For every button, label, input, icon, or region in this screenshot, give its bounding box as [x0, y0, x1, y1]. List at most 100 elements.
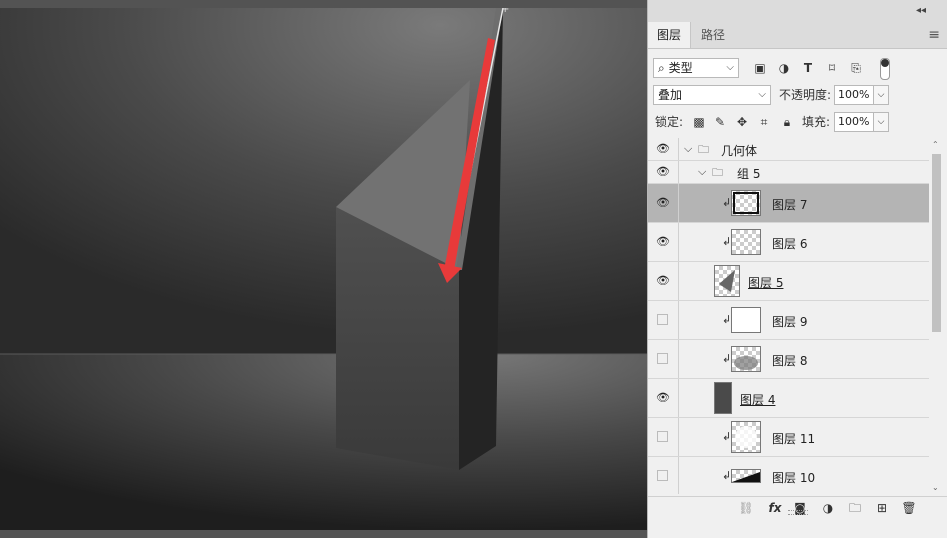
folder-icon: 🗀	[698, 143, 709, 156]
resize-grip[interactable]	[788, 510, 808, 515]
layer-row-selected[interactable]: 👁︎ ↲ 图层 7	[648, 184, 929, 223]
lock-transparent-icon[interactable]: ▩	[691, 114, 707, 130]
chevron-down-icon[interactable]: ⌵	[698, 165, 706, 179]
tab-paths[interactable]: 路径	[692, 22, 734, 48]
wall-background	[0, 8, 647, 354]
layer-group-row[interactable]: 👁︎ ⌵ 🗀 几何体	[648, 138, 929, 161]
type-filter-icon[interactable]: T	[800, 60, 816, 76]
layer-row[interactable]: ↲ 图层 8	[648, 340, 929, 379]
layer-thumbnail[interactable]	[731, 421, 761, 453]
layer-thumbnail[interactable]	[731, 307, 761, 333]
adjustment-filter-icon[interactable]: ◑	[776, 60, 792, 76]
layer-thumbnail[interactable]	[731, 346, 761, 372]
visibility-toggle-off[interactable]	[657, 353, 668, 364]
layer-thumbnail[interactable]	[714, 265, 740, 297]
layer-name[interactable]: 图层 8	[772, 352, 807, 369]
opacity-dropdown[interactable]: ⌵	[873, 85, 889, 105]
blend-mode-value: 叠加	[658, 88, 683, 102]
anchor-point-icon[interactable]: +	[501, 8, 509, 15]
clipping-mask-icon: ↲	[722, 469, 732, 482]
layer-row[interactable]: ↲ 图层 9	[648, 301, 929, 340]
layer-row[interactable]: ↲ 图层 10	[648, 457, 929, 494]
filter-kind-select[interactable]: ⌕ 类型 ⌵	[653, 58, 739, 78]
blend-mode-select[interactable]: 叠加 ⌵	[653, 85, 771, 105]
layer-thumbnail[interactable]	[731, 229, 761, 255]
layers-panel: ◂◂ 图层 路径 ≡ ⌕ 类型 ⌵ ▣ ◑ T ⌑ ⎘ 叠加 ⌵ 不透明度: 1…	[647, 0, 947, 538]
image-filter-icon[interactable]: ▣	[752, 60, 768, 76]
canvas[interactable]: +	[0, 8, 647, 530]
filter-kind-label: 类型	[668, 61, 693, 75]
scroll-down-icon[interactable]: ⌄	[932, 483, 939, 492]
clipping-mask-icon: ↲	[722, 235, 732, 248]
folder-icon: 🗀	[712, 166, 723, 179]
fill-input[interactable]: 100%	[834, 112, 874, 132]
layer-name[interactable]: 图层 10	[772, 469, 815, 486]
floor-background	[0, 354, 647, 530]
layer-name[interactable]: 图层 4	[740, 391, 775, 408]
panel-menu-icon[interactable]: ≡	[928, 27, 940, 43]
layer-thumbnail[interactable]	[714, 382, 732, 414]
chevron-down-icon: ⌵	[758, 89, 766, 100]
filter-toggle[interactable]	[880, 58, 890, 80]
visibility-eye-icon[interactable]: 👁︎	[656, 274, 670, 288]
clipping-mask-icon: ↲	[722, 430, 732, 443]
filter-row: ⌕ 类型 ⌵ ▣ ◑ T ⌑ ⎘	[648, 56, 947, 80]
scroll-up-icon[interactable]: ⌃	[932, 140, 939, 149]
clipping-mask-icon: ↲	[722, 196, 732, 209]
visibility-toggle-off[interactable]	[657, 314, 668, 325]
panel-tabs: 图层 路径 ≡	[648, 22, 947, 49]
opacity-label: 不透明度:	[779, 88, 832, 102]
visibility-eye-icon[interactable]: 👁︎	[656, 391, 670, 405]
canvas-artwork: +	[0, 8, 647, 530]
chevron-down-icon[interactable]: ⌵	[684, 142, 692, 156]
opacity-input[interactable]: 100%	[834, 85, 874, 105]
adjustment-icon[interactable]: ◑	[820, 500, 836, 516]
layer-name[interactable]: 图层 11	[772, 430, 815, 447]
fx-icon[interactable]: fx	[767, 500, 783, 516]
layer-row[interactable]: 👁︎ 图层 5	[648, 262, 929, 301]
lock-all-icon[interactable]: 🔒︎	[779, 114, 795, 130]
layer-name[interactable]: 图层 7	[772, 196, 807, 213]
layer-row[interactable]: ↲ 图层 11	[648, 418, 929, 457]
lock-row: 锁定: ▩ ✎ ✥ ⌗ 🔒︎ 填充: 100% ⌵	[648, 111, 947, 135]
panel-header: ◂◂	[648, 0, 947, 22]
visibility-toggle-off[interactable]	[657, 431, 668, 442]
visibility-toggle-off[interactable]	[657, 470, 668, 481]
new-layer-icon[interactable]: ⊞	[874, 500, 890, 516]
layer-group-row[interactable]: 👁︎ ⌵ 🗀 组 5	[648, 161, 929, 184]
layer-name[interactable]: 图层 5	[748, 274, 783, 291]
panel-footer: ⛓ fx ◙ ◑ 🗀 ⊞ 🗑︎	[648, 496, 947, 519]
clipping-mask-icon: ↲	[722, 313, 732, 326]
smart-object-filter-icon[interactable]: ⎘	[848, 60, 864, 76]
link-icon[interactable]: ⛓	[738, 500, 754, 516]
scrollbar-thumb[interactable]	[932, 154, 941, 332]
clipping-mask-icon: ↲	[722, 352, 732, 365]
layer-name[interactable]: 组 5	[737, 165, 760, 182]
layer-name[interactable]: 图层 9	[772, 313, 807, 330]
layers-list: 👁︎ ⌵ 🗀 几何体 👁︎ ⌵ 🗀 组 5 👁︎ ↲ 图层 7 👁︎ ↲ 图层 …	[648, 138, 929, 494]
layer-row[interactable]: 👁︎ ↲ 图层 6	[648, 223, 929, 262]
collapse-panels-icon[interactable]: ◂◂	[916, 5, 926, 16]
search-icon: ⌕	[658, 61, 665, 75]
layer-name[interactable]: 几何体	[721, 142, 757, 159]
visibility-eye-icon[interactable]: 👁︎	[656, 165, 670, 179]
layer-thumbnail[interactable]	[731, 190, 761, 216]
lock-move-icon[interactable]: ✥	[734, 114, 750, 130]
folder-icon[interactable]: 🗀	[847, 500, 863, 516]
layer-name[interactable]: 图层 6	[772, 235, 807, 252]
layer-thumbnail[interactable]	[731, 469, 761, 483]
visibility-eye-icon[interactable]: 👁︎	[656, 235, 670, 249]
lock-label: 锁定:	[655, 115, 684, 129]
layers-scrollbar[interactable]: ⌃ ⌄	[929, 138, 943, 494]
trash-icon[interactable]: 🗑︎	[901, 500, 917, 516]
blend-row: 叠加 ⌵ 不透明度: 100% ⌵	[648, 84, 947, 108]
lock-paint-icon[interactable]: ✎	[712, 114, 728, 130]
fill-label: 填充:	[802, 115, 831, 129]
lock-artboard-icon[interactable]: ⌗	[756, 114, 772, 130]
visibility-eye-icon[interactable]: 👁︎	[656, 196, 670, 210]
layer-row[interactable]: 👁︎ 图层 4	[648, 379, 929, 418]
tab-layers[interactable]: 图层	[648, 22, 692, 48]
fill-dropdown[interactable]: ⌵	[873, 112, 889, 132]
shape-filter-icon[interactable]: ⌑	[824, 60, 840, 76]
visibility-eye-icon[interactable]: 👁︎	[656, 142, 670, 156]
